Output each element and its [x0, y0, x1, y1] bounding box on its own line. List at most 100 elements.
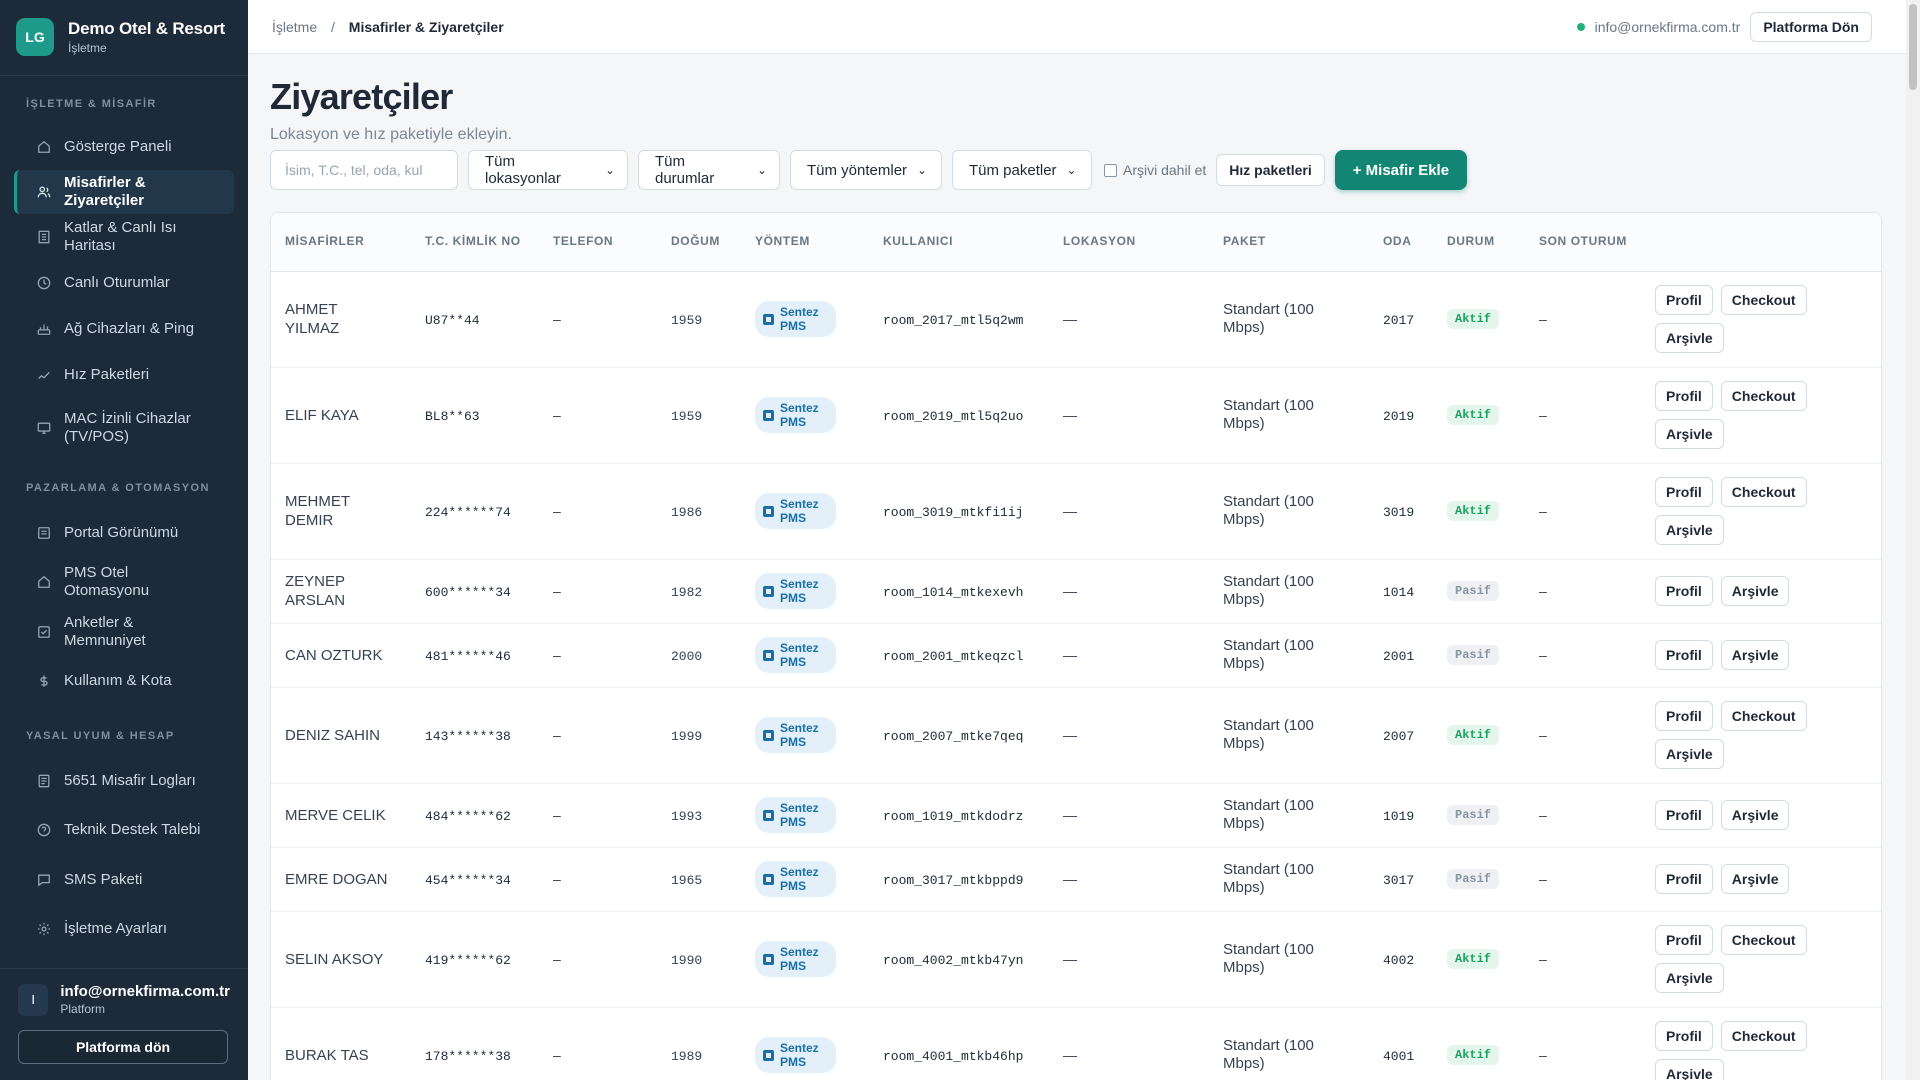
- guest-name[interactable]: AHMET YILMAZ: [285, 300, 395, 338]
- last-session-cell: –: [1525, 271, 1641, 368]
- profile-button[interactable]: Profil: [1655, 640, 1713, 670]
- archive-button[interactable]: Arşivle: [1720, 640, 1790, 670]
- guest-name[interactable]: BURAK TAS: [285, 1046, 395, 1065]
- building-icon: [36, 229, 52, 245]
- profile-button[interactable]: Profil: [1655, 576, 1713, 606]
- last-session-cell-value: –: [1539, 583, 1547, 599]
- checkout-button[interactable]: Checkout: [1720, 477, 1807, 507]
- sidebar-item-g-sterge-paneli[interactable]: Gösterge Paneli: [14, 124, 234, 170]
- sidebar-item-canl-oturumlar[interactable]: Canlı Oturumlar: [14, 260, 234, 306]
- tc-cell: 484******62: [411, 783, 539, 848]
- sidebar-item-label: Gösterge Paneli: [64, 138, 172, 155]
- status-badge: Aktif: [1447, 1045, 1500, 1065]
- checkout-button[interactable]: Checkout: [1720, 925, 1807, 955]
- archive-button[interactable]: Arşivle: [1720, 800, 1790, 830]
- table-row[interactable]: AHMET YILMAZ U87**44 – 1959 Sentez PMS room_2…: [271, 271, 1881, 368]
- method-cell: Sentez PMS: [741, 911, 869, 1008]
- method-cell: Sentez PMS: [741, 847, 869, 912]
- platform-return-button[interactable]: Platforma Dön: [1750, 11, 1872, 42]
- sidebar-item-sms-paketi[interactable]: SMS Paketi: [14, 855, 234, 905]
- table-row[interactable]: SELIN AKSOY 419******62 – 1990 Sentez PMS roo…: [271, 911, 1881, 1008]
- profile-button[interactable]: Profil: [1655, 285, 1713, 315]
- sidebar-item-h-z-paketleri[interactable]: Hız Paketleri: [14, 352, 234, 398]
- add-guest-button[interactable]: + Misafir Ekle: [1334, 150, 1468, 190]
- table-row[interactable]: CAN OZTURK 481******46 – 2000 Sentez PMS room…: [271, 623, 1881, 688]
- archive-button[interactable]: Arşivle: [1655, 515, 1724, 545]
- checkout-button[interactable]: Checkout: [1720, 701, 1807, 731]
- sidebar-item-misafirler-ziyaret-iler[interactable]: Misafirler & Ziyaretçiler: [14, 170, 234, 214]
- room-cell-value: 4001: [1383, 1048, 1415, 1064]
- sidebar-item-teknik-destek-talebi[interactable]: Teknik Destek Talebi: [14, 806, 234, 856]
- archive-button[interactable]: Arşivle: [1655, 739, 1724, 769]
- guest-name[interactable]: ZEYNEP ARSLAN: [285, 572, 395, 610]
- column-header: T.C. KİMLİK NO: [411, 213, 539, 272]
- sidebar-item-anketler-memnuniyet[interactable]: Anketler & Memnuniyet: [14, 607, 234, 657]
- table-row[interactable]: MEHMET DEMIR 224******74 – 1986 Sentez PMS ro…: [271, 463, 1881, 560]
- column-header: TELEFON: [539, 213, 657, 272]
- profile-button[interactable]: Profil: [1655, 381, 1713, 411]
- nav-section-title: PAZARLAMA & OTOMASYON: [26, 482, 210, 494]
- back-to-platform-button[interactable]: Platforma dön: [18, 1030, 228, 1064]
- archive-button[interactable]: Arşivle: [1655, 419, 1724, 449]
- table-row[interactable]: DENIZ SAHIN 143******38 – 1999 Sentez PMS roo…: [271, 687, 1881, 784]
- sidebar-item-5651-misafir-loglar[interactable]: 5651 Misafir Logları: [14, 756, 234, 806]
- archive-button[interactable]: Arşivle: [1655, 963, 1724, 993]
- archive-button[interactable]: Arşivle: [1720, 864, 1790, 894]
- breadcrumb-root[interactable]: İşletme: [272, 19, 317, 35]
- guest-name[interactable]: MERVE CELIK: [285, 806, 395, 825]
- speed-packages-button[interactable]: Hız paketleri: [1216, 154, 1325, 186]
- last-session-cell: –: [1525, 463, 1641, 560]
- guest-name[interactable]: DENIZ SAHIN: [285, 726, 395, 745]
- sidebar-item-pms-otel-otomasyonu[interactable]: PMS Otel Otomasyonu: [14, 558, 234, 608]
- search-input[interactable]: [270, 150, 458, 190]
- sidebar-item-mac-i-zinli-cihazlar-tv-pos[interactable]: MAC İzinli Cihazlar (TV/POS): [14, 398, 234, 458]
- profile-button[interactable]: Profil: [1655, 864, 1713, 894]
- wifi-icon: [36, 367, 52, 383]
- archive-checkbox[interactable]: [1104, 163, 1117, 177]
- package-value: Standart (100 Mbps): [1223, 861, 1314, 896]
- user-cell-value: room_3019_mtkfi1ij: [883, 504, 1024, 520]
- table-row[interactable]: BURAK TAS 178******38 – 1989 Sentez PMS room_…: [271, 1007, 1881, 1080]
- scrollbar[interactable]: [1906, 0, 1920, 1080]
- table-row[interactable]: ELIF KAYA BL8**63 – 1959 Sentez PMS room_2019…: [271, 367, 1881, 464]
- sidebar-item-portal-g-r-n-m[interactable]: Portal Görünümü: [14, 508, 234, 558]
- user-cell: room_1014_mtkexevh: [869, 559, 1049, 624]
- package-cell: Standart (100 Mbps): [1209, 911, 1369, 1008]
- status-badge: Aktif: [1447, 949, 1500, 969]
- guest-name[interactable]: MEHMET DEMIR: [285, 492, 395, 530]
- guest-name[interactable]: EMRE DOGAN: [285, 870, 395, 889]
- guest-name[interactable]: SELIN AKSOY: [285, 950, 395, 969]
- table-row[interactable]: EMRE DOGAN 454******34 – 1965 Sentez PMS room…: [271, 847, 1881, 912]
- checkout-button[interactable]: Checkout: [1720, 1021, 1807, 1051]
- checkout-button[interactable]: Checkout: [1720, 381, 1807, 411]
- archive-button[interactable]: Arşivle: [1720, 576, 1790, 606]
- archive-toggle[interactable]: Arşivi dahil et: [1104, 162, 1206, 178]
- method-select[interactable]: Tüm yöntemler ⌄: [790, 150, 942, 190]
- profile-button[interactable]: Profil: [1655, 800, 1713, 830]
- last-session-cell: –: [1525, 367, 1641, 464]
- profile-button[interactable]: Profil: [1655, 477, 1713, 507]
- archive-button[interactable]: Arşivle: [1655, 1059, 1724, 1080]
- package-select[interactable]: Tüm paketler ⌄: [952, 150, 1092, 190]
- filter-bar: Tüm lokasyonlar ⌄ Tüm durumlar ⌄ Tüm yönte…: [270, 150, 1920, 190]
- sidebar-item-i-letme-ayarlar[interactable]: İşletme Ayarları: [14, 905, 234, 955]
- status-select[interactable]: Tüm durumlar ⌄: [638, 150, 780, 190]
- tc-cell-value: 224******74: [425, 504, 511, 520]
- guest-name[interactable]: CAN OZTURK: [285, 646, 395, 665]
- table-row[interactable]: MERVE CELIK 484******62 – 1993 Sentez PMS roo…: [271, 783, 1881, 848]
- location-select[interactable]: Tüm lokasyonlar ⌄: [468, 150, 628, 190]
- profile-button[interactable]: Profil: [1655, 925, 1713, 955]
- scrollbar-thumb[interactable]: [1909, 4, 1917, 90]
- table-row[interactable]: ZEYNEP ARSLAN 600******34 – 1982 Sentez PMS r…: [271, 559, 1881, 624]
- archive-button[interactable]: Arşivle: [1655, 323, 1724, 353]
- checkout-button[interactable]: Checkout: [1720, 285, 1807, 315]
- guest-name[interactable]: ELIF KAYA: [285, 406, 395, 425]
- profile-button[interactable]: Profil: [1655, 701, 1713, 731]
- sidebar-item-a-cihazlar-ping[interactable]: Ağ Cihazları & Ping: [14, 306, 234, 352]
- profile-button[interactable]: Profil: [1655, 1021, 1713, 1051]
- column-header: YÖNTEM: [741, 213, 869, 272]
- guest-name-cell: EMRE DOGAN: [271, 847, 411, 912]
- user-cell-value: room_2007_mtke7qeq: [883, 728, 1024, 744]
- sidebar-item-kullan-m-kota[interactable]: Kullanım & Kota: [14, 657, 234, 707]
- sidebar-item-katlar-canl-is-haritas[interactable]: Katlar & Canlı Isı Haritası: [14, 214, 234, 260]
